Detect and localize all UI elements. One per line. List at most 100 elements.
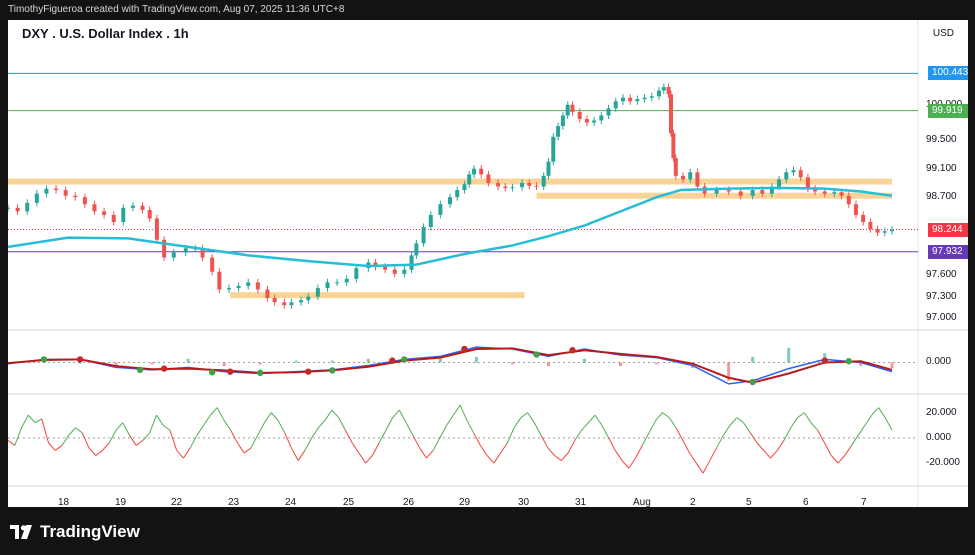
tradingview-logo[interactable]: TradingView (10, 521, 140, 543)
oscillator-segment (837, 455, 846, 464)
candle-body (462, 184, 467, 191)
oscillator-segment (601, 424, 610, 439)
candle-body (92, 204, 97, 212)
candle-body (217, 271, 222, 290)
oscillator-segment (331, 409, 340, 418)
oscillator-segment (412, 435, 421, 449)
oscillator-segment (95, 450, 103, 456)
oscillator-segment (142, 432, 151, 441)
candle-body (282, 302, 287, 306)
chart-area[interactable]: DXY . U.S. Dollar Index . 1h USD 100.000… (8, 20, 968, 507)
oscillator-segment (675, 427, 684, 441)
price-axis-tick: 99.500 (926, 134, 957, 146)
candle-body (714, 190, 719, 194)
time-axis-tick: 2 (690, 497, 696, 507)
crossover-marker (305, 368, 312, 375)
macd-histogram-bar (583, 358, 587, 363)
oscillator-segment (533, 422, 542, 436)
oscillator-segment (702, 460, 711, 474)
candle-body (325, 282, 330, 289)
time-axis-tick: 24 (285, 497, 297, 507)
time-axis-tick: 6 (803, 497, 809, 507)
crossover-marker (749, 378, 756, 386)
tradingview-logo-text: TradingView (40, 522, 140, 541)
attribution-bar: TimothyFigueroa created with TradingView… (8, 4, 345, 15)
candle-body (798, 170, 803, 178)
screenshot-frame: TimothyFigueroa created with TradingView… (0, 0, 975, 555)
oscillator-segment (641, 432, 650, 446)
oscillator-segment (797, 412, 805, 419)
oscillator-segment (844, 445, 852, 456)
candle-body (642, 97, 647, 100)
candle-body (669, 94, 673, 134)
oscillator-segment (230, 430, 238, 444)
candle-body (584, 119, 589, 123)
oscillator-segment (135, 439, 144, 446)
oscillator-segment (358, 452, 367, 464)
oscillator-segment (169, 430, 178, 451)
oscillator-segment (500, 442, 508, 454)
candle-body (635, 99, 640, 102)
candle-body (661, 87, 666, 91)
oscillator-segment (290, 447, 299, 461)
candle-body (606, 108, 611, 116)
crossover-marker (257, 369, 264, 377)
price-tag: 98.244 (928, 222, 968, 237)
time-axis-tick: 22 (171, 497, 183, 507)
candle-body (628, 97, 633, 102)
crossover-marker (76, 356, 84, 363)
oscillator-segment (392, 409, 400, 418)
oscillator-segment (304, 437, 313, 451)
candle-body (299, 300, 304, 303)
oscillator-segment (8, 439, 16, 446)
candle-body (265, 289, 270, 299)
macd-axis-tick: 0.000 (926, 356, 952, 368)
oscillator-segment (311, 427, 319, 439)
candle-body (402, 269, 407, 274)
candle-body (750, 190, 755, 196)
macd-line (8, 346, 893, 385)
oscillator-segment (749, 432, 758, 444)
macd-histogram-bar (222, 362, 226, 367)
oscillator-segment (250, 435, 259, 449)
oscillator-segment (756, 442, 765, 451)
oscillator-axis-tick: 0.000 (926, 431, 952, 443)
candle-body (472, 168, 477, 175)
candle-body (130, 205, 135, 208)
oscillator-segment (486, 455, 495, 464)
candle-body (784, 172, 789, 180)
oscillator-segment (189, 435, 198, 449)
oscillator-segment (594, 414, 603, 426)
oscillator-segment (520, 412, 528, 419)
candle-body (467, 174, 472, 185)
oscillator-segment (318, 419, 326, 429)
candle-body (246, 282, 251, 286)
candle-body (868, 222, 873, 230)
oscillator-segment (34, 418, 42, 424)
oscillator-segment (803, 412, 812, 423)
oscillator-segment (824, 442, 832, 456)
oscillator-segment (864, 414, 873, 426)
oscillator-segment (783, 427, 792, 441)
oscillator-segment (662, 412, 670, 419)
crossover-marker (461, 345, 468, 353)
candle-body (140, 205, 145, 210)
oscillator-segment (426, 450, 434, 459)
crossover-marker (227, 368, 234, 375)
oscillator-segment (27, 414, 36, 424)
oscillator-segment (405, 422, 414, 436)
price-axis-tick: 97.000 (926, 311, 957, 323)
oscillator-segment (547, 447, 555, 456)
oscillator-segment (183, 447, 191, 459)
candle-body (236, 285, 241, 289)
oscillator-segment (621, 460, 630, 469)
macd-histogram-bar (890, 362, 894, 368)
time-axis-tick: 5 (746, 497, 752, 507)
support-zone (8, 178, 892, 185)
candle-body (73, 195, 78, 198)
candle-body (556, 126, 561, 137)
chart-canvas[interactable] (8, 20, 968, 507)
oscillator-segment (871, 407, 879, 416)
time-axis-tick: Aug (633, 497, 651, 507)
candle-body (15, 207, 20, 212)
